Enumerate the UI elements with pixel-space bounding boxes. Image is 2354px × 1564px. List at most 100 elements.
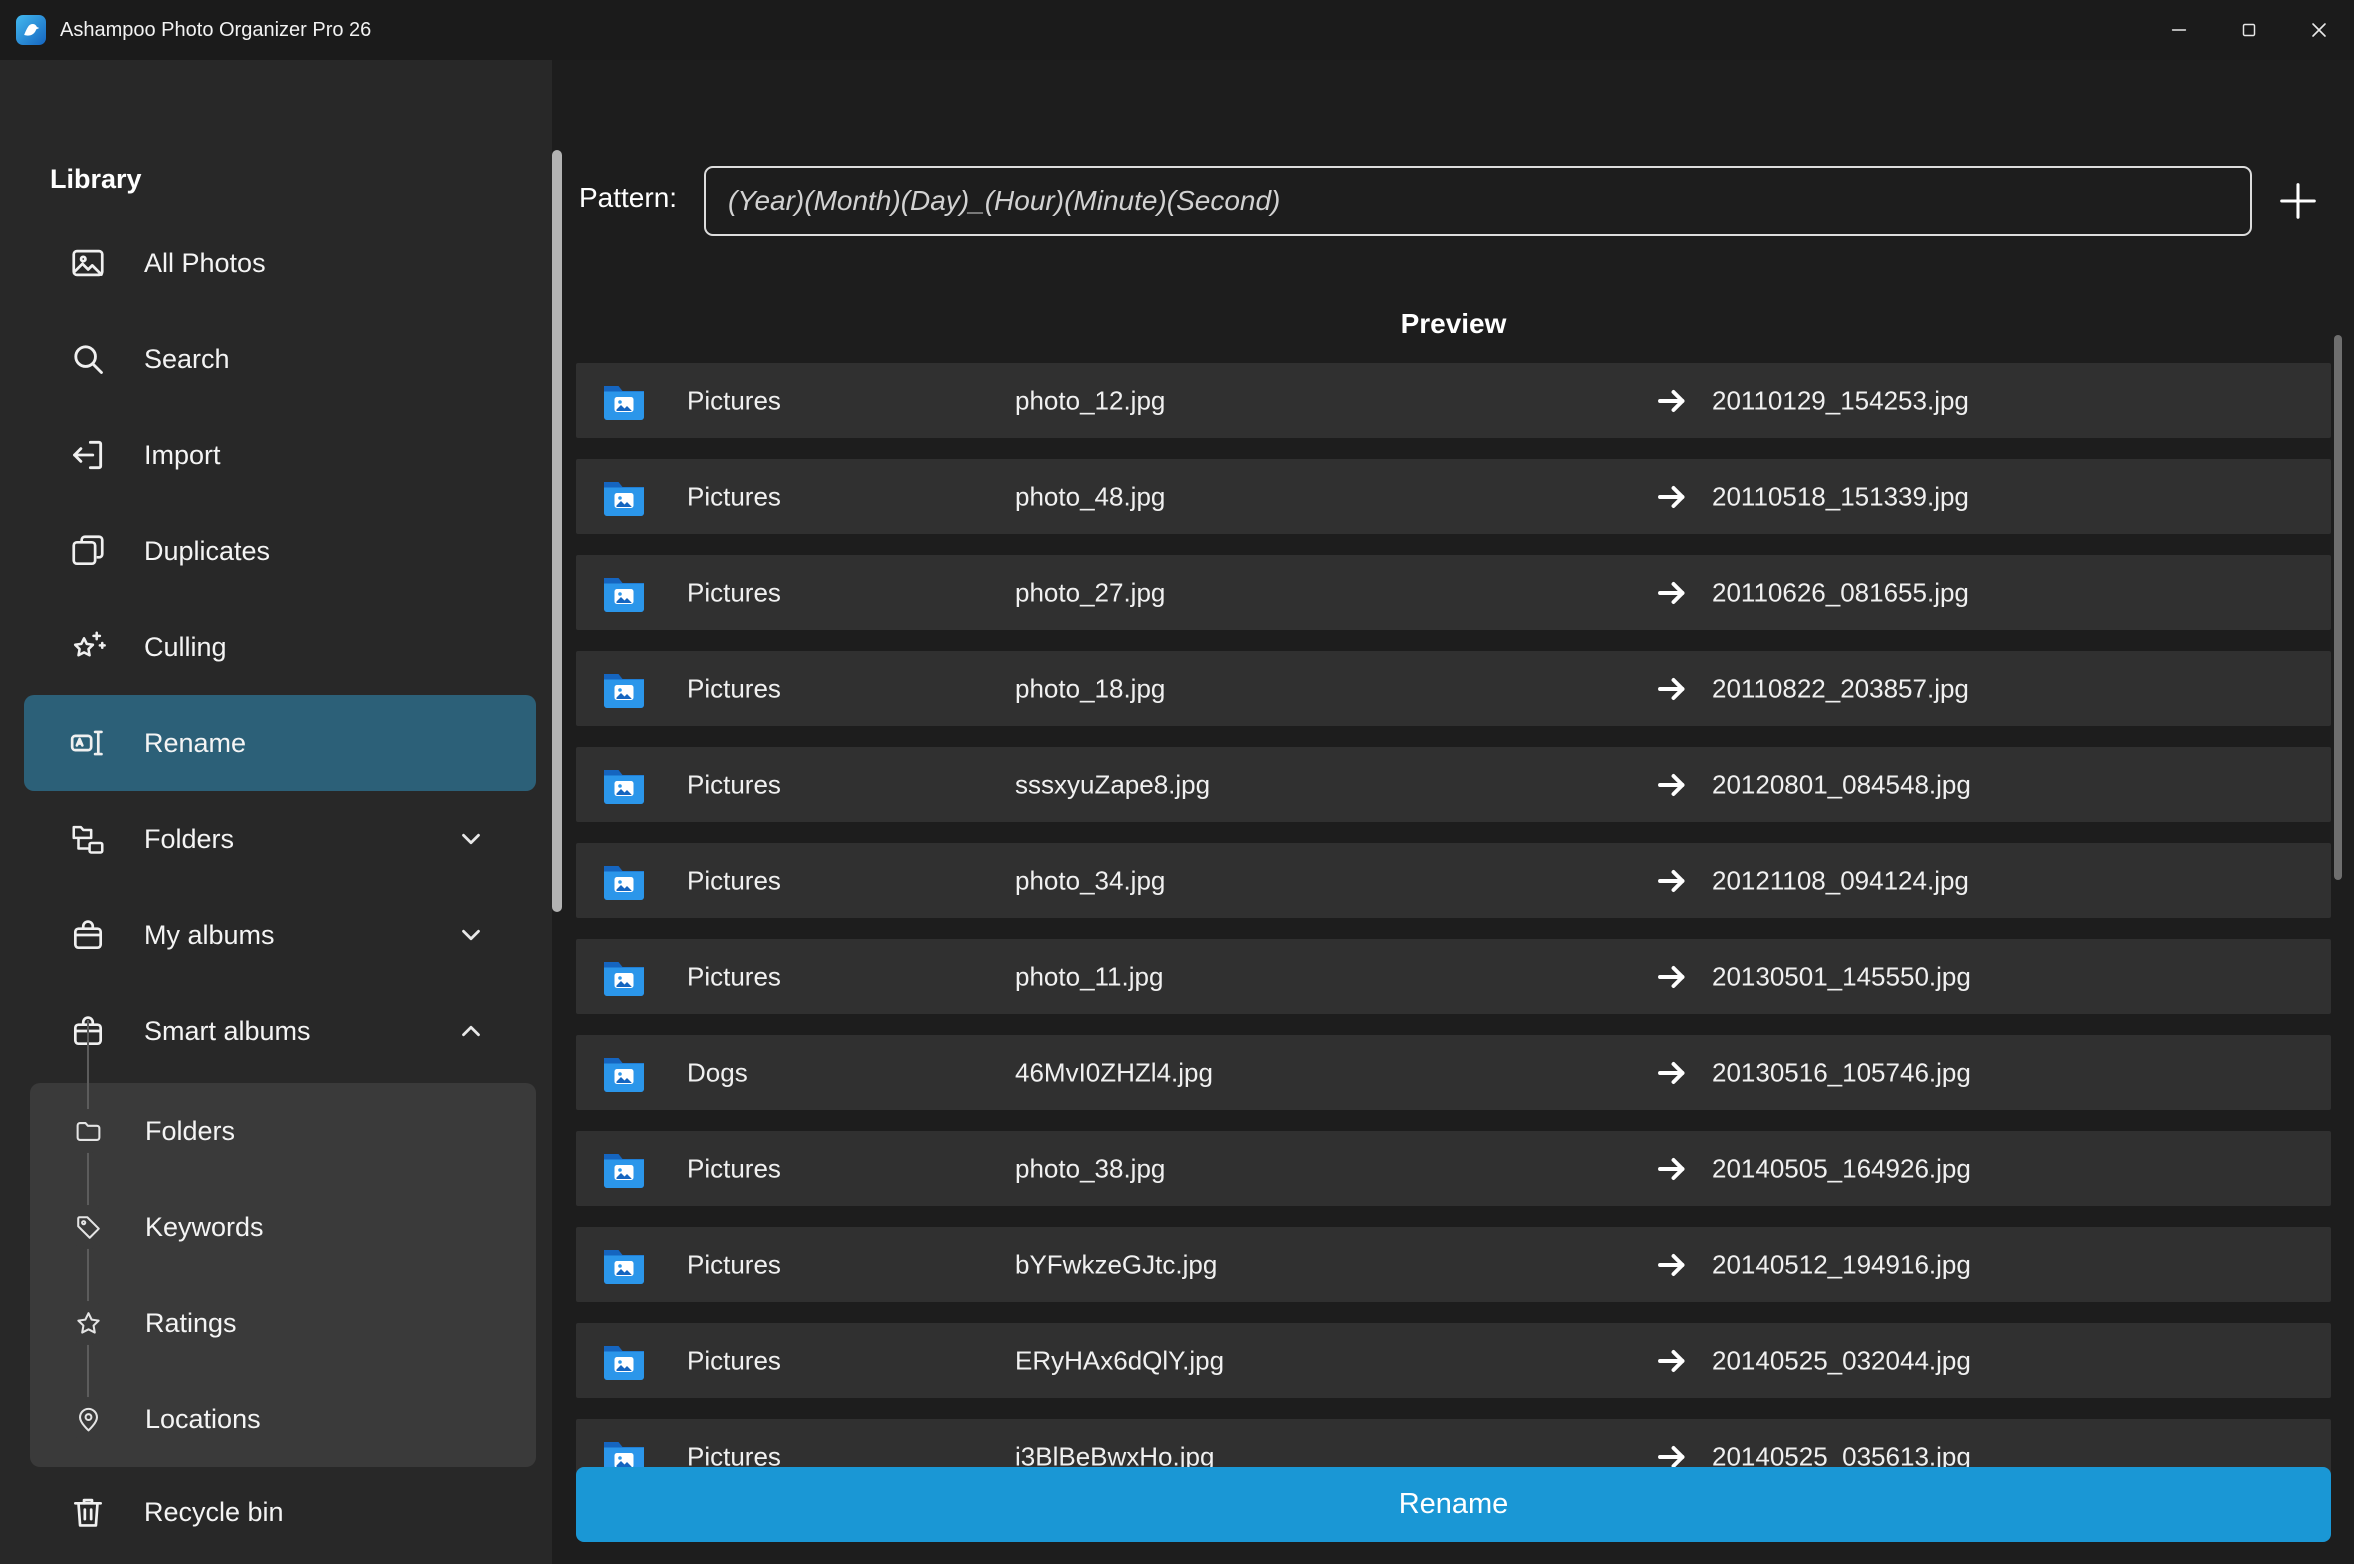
close-button[interactable] [2284,0,2354,60]
smart-album-label: Folders [145,1116,235,1147]
arrow-right-icon [1654,959,1690,995]
row-new-filename: 20140525_032044.jpg [1712,1345,1971,1376]
app-logo-icon [16,15,46,45]
preview-heading: Preview [576,308,2331,340]
preview-row[interactable]: Pictures bYFwkzeGJtc.jpg 20140512_194916… [576,1227,2331,1302]
sidebar-item-label: Search [144,344,230,375]
star-icon [74,1309,103,1338]
arrow-right-icon [1654,1055,1690,1091]
preview-row[interactable]: Pictures ERyHAx6dQlY.jpg 20140525_032044… [576,1323,2331,1398]
all-photos-icon [69,244,107,282]
folder-image-icon [600,665,648,713]
folder-image-icon [600,857,648,905]
sidebar-item-smart-albums[interactable]: Smart albums [24,983,536,1079]
preview-list: Pictures photo_12.jpg 20110129_154253.jp… [576,363,2331,1485]
folder-image-icon [600,569,648,617]
recycle-bin-container: Recycle bin [0,1464,552,1560]
preview-row[interactable]: Pictures photo_18.jpg 20110822_203857.jp… [576,651,2331,726]
folder-image-icon [600,473,648,521]
preview-row[interactable]: Pictures photo_34.jpg 20121108_094124.jp… [576,843,2331,918]
arrow-right-icon [1654,383,1690,419]
row-folder-name: Pictures [687,1249,781,1280]
smart-album-label: Ratings [145,1308,237,1339]
folder-image-icon [600,377,648,425]
arrow-right-icon [1654,1247,1690,1283]
tag-icon [74,1213,103,1242]
minimize-button[interactable] [2144,0,2214,60]
arrow-right-icon [1654,1343,1690,1379]
arrow-right-icon [1654,863,1690,899]
row-original-filename: photo_48.jpg [1015,481,1165,512]
library-heading: Library [50,164,142,195]
row-original-filename: 46MvI0ZHZl4.jpg [1015,1057,1213,1088]
smart-album-folders[interactable]: Folders [30,1083,536,1179]
duplicates-icon [69,532,107,570]
row-folder-name: Pictures [687,481,781,512]
sidebar-item-label: Culling [144,632,227,663]
preview-row[interactable]: Pictures photo_27.jpg 20110626_081655.jp… [576,555,2331,630]
sidebar-item-import[interactable]: Import [24,407,536,503]
row-folder-name: Pictures [687,673,781,704]
sidebar-item-my-albums[interactable]: My albums [24,887,536,983]
maximize-icon [2238,19,2260,41]
rename-icon [69,724,107,762]
preview-row[interactable]: Pictures photo_38.jpg 20140505_164926.jp… [576,1131,2331,1206]
sidebar-item-search[interactable]: Search [24,311,536,407]
rename-button[interactable]: Rename [576,1467,2331,1542]
smart-albums-panel: Folders Keywords Ratings Locations [30,1083,536,1467]
preview-scrollbar-thumb[interactable] [2334,335,2342,880]
sidebar-item-rename[interactable]: Rename [24,695,536,791]
pattern-label: Pattern: [579,182,677,214]
smart-album-keywords[interactable]: Keywords [30,1179,536,1275]
smart-album-locations[interactable]: Locations [30,1371,536,1467]
row-new-filename: 20130516_105746.jpg [1712,1057,1971,1088]
maximize-button[interactable] [2214,0,2284,60]
row-new-filename: 20120801_084548.jpg [1712,769,1971,800]
sidebar-scrollbar-thumb[interactable] [552,150,562,912]
row-folder-name: Pictures [687,769,781,800]
trash-icon [69,1493,107,1531]
row-original-filename: photo_12.jpg [1015,385,1165,416]
sidebar-items: All Photos Search Import Duplicates Cull… [0,215,552,1079]
row-new-filename: 20130501_145550.jpg [1712,961,1971,992]
row-folder-name: Pictures [687,385,781,416]
sidebar-item-label: My albums [144,920,275,951]
preview-row[interactable]: Dogs 46MvI0ZHZl4.jpg 20130516_105746.jpg [576,1035,2331,1110]
location-pin-icon [74,1405,103,1434]
row-new-filename: 20110129_154253.jpg [1712,385,1969,416]
row-new-filename: 20121108_094124.jpg [1712,865,1969,896]
sidebar-item-label: All Photos [144,248,266,279]
preview-row[interactable]: Pictures photo_11.jpg 20130501_145550.jp… [576,939,2331,1014]
arrow-right-icon [1654,575,1690,611]
sidebar-item-culling[interactable]: Culling [24,599,536,695]
row-folder-name: Pictures [687,865,781,896]
chevron-down-icon[interactable] [456,824,486,854]
row-folder-name: Pictures [687,1345,781,1376]
chevron-up-icon[interactable] [456,1016,486,1046]
search-icon [69,340,107,378]
row-folder-name: Pictures [687,1153,781,1184]
sidebar-item-label: Rename [144,728,246,759]
preview-row[interactable]: Pictures sssxyuZape8.jpg 20120801_084548… [576,747,2331,822]
sidebar-item-all-photos[interactable]: All Photos [24,215,536,311]
sidebar-item-folders[interactable]: Folders [24,791,536,887]
row-original-filename: photo_11.jpg [1015,961,1163,992]
smart-album-ratings[interactable]: Ratings [30,1275,536,1371]
smart-album-label: Keywords [145,1212,264,1243]
window-title: Ashampoo Photo Organizer Pro 26 [60,19,371,42]
minimize-icon [2168,19,2190,41]
arrow-right-icon [1654,767,1690,803]
import-icon [69,436,107,474]
folder-image-icon [600,1049,648,1097]
sidebar-item-label: Folders [144,824,234,855]
pattern-input[interactable] [704,166,2252,236]
arrow-right-icon [1654,671,1690,707]
add-pattern-button[interactable] [2272,175,2324,227]
sidebar-item-duplicates[interactable]: Duplicates [24,503,536,599]
preview-row[interactable]: Pictures photo_48.jpg 20110518_151339.jp… [576,459,2331,534]
row-folder-name: Dogs [687,1057,748,1088]
plus-icon [2275,178,2321,224]
chevron-down-icon[interactable] [456,920,486,950]
sidebar-item-recycle-bin[interactable]: Recycle bin [24,1464,536,1560]
preview-row[interactable]: Pictures photo_12.jpg 20110129_154253.jp… [576,363,2331,438]
